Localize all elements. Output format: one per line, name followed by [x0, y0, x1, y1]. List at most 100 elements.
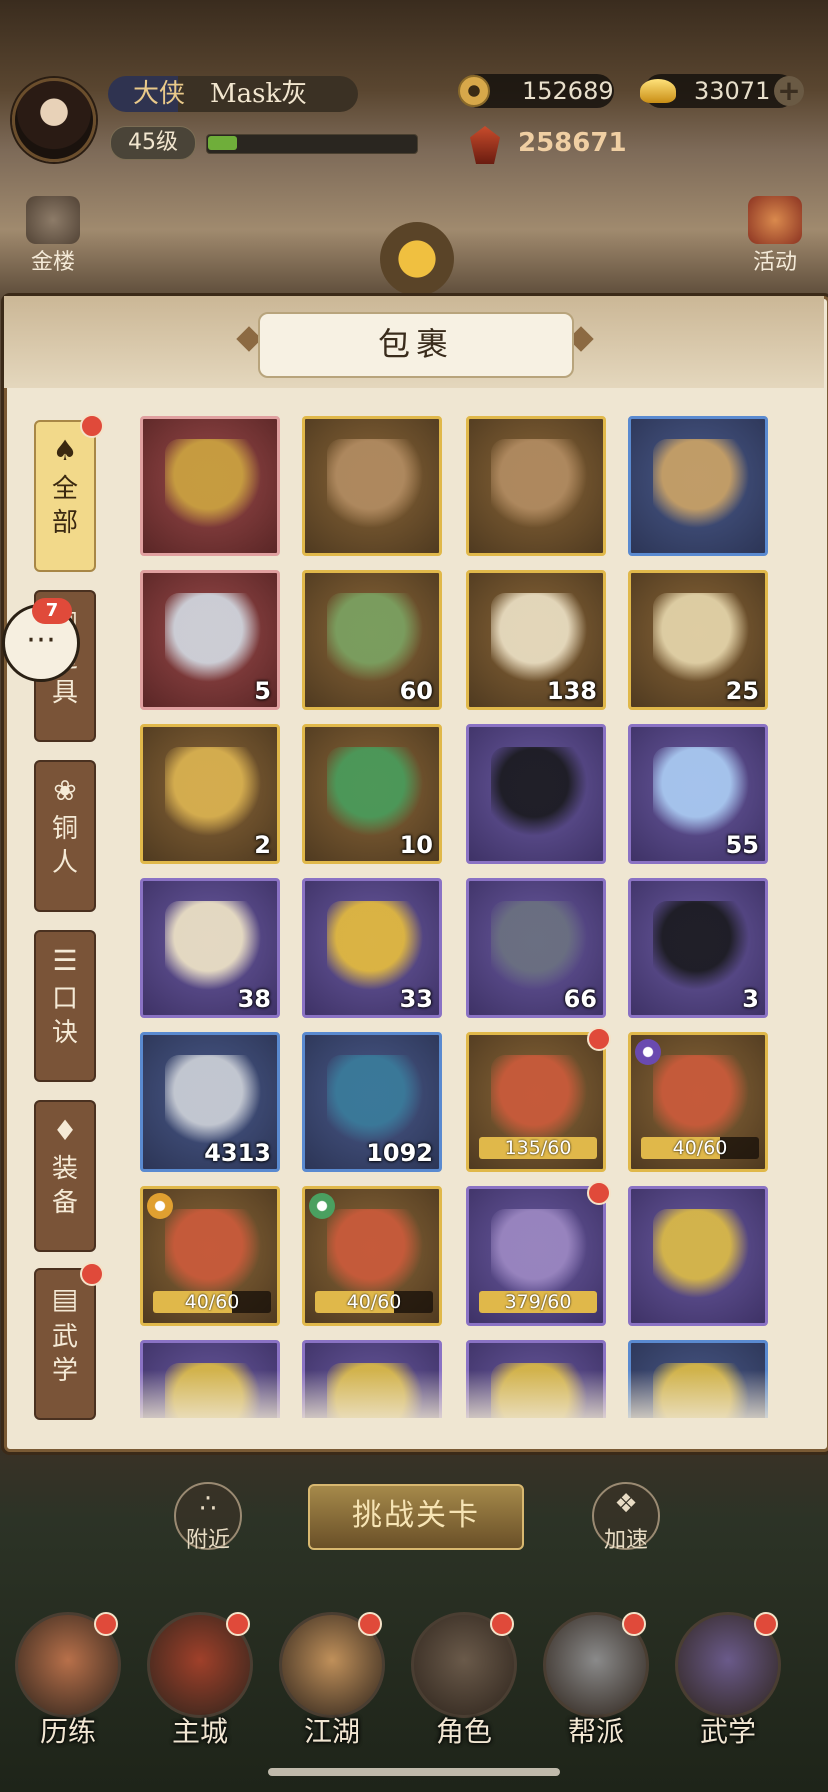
nearby-button[interactable]: ∴ 附近	[174, 1482, 242, 1553]
player-avatar[interactable]	[12, 78, 96, 162]
item-art	[165, 901, 261, 991]
martial-manual-item[interactable]: 379/60	[466, 1181, 611, 1326]
qianji-book-item[interactable]: 2	[140, 724, 280, 864]
item-art	[327, 439, 423, 529]
item-quantity: 2	[254, 831, 271, 859]
item-notification-dot	[587, 1181, 611, 1205]
fragment-progress-text: 379/60	[504, 1291, 572, 1313]
figure-icon: ❀	[53, 774, 77, 807]
fragment-progress-text: 135/60	[504, 1137, 572, 1159]
fragment-progress-text: 40/60	[346, 1291, 402, 1313]
tab-label-bottom: 部	[51, 508, 78, 538]
nav-label: 江湖	[303, 1715, 360, 1748]
gold-ingot-icon	[640, 79, 676, 103]
book-icon: ▤	[51, 1282, 79, 1315]
fragment-progress: 40/60	[315, 1291, 433, 1313]
item-grid[interactable]: 5 60 138 25 2 10 55 38 33 66 3 4313 1092 135/60 40/60 4…	[140, 416, 780, 1418]
chat-bubble-icon: ⋯	[26, 622, 56, 657]
copper-coin-icon	[458, 75, 490, 107]
nav-notification-dot	[94, 1612, 118, 1636]
speed-token-item[interactable]: 10	[302, 724, 442, 864]
item-quantity: 1092	[366, 1139, 433, 1167]
fragment-progress: 40/60	[153, 1291, 271, 1313]
scroll-item[interactable]: 4313	[140, 1032, 280, 1172]
exp-bar-fill	[208, 136, 237, 150]
element-badge-icon	[147, 1193, 173, 1219]
golden-chest-item[interactable]	[140, 416, 280, 556]
rouge-bowl-item[interactable]: 5	[140, 570, 280, 710]
challenge-stage-button[interactable]: 挑战关卡	[308, 1484, 524, 1550]
martial-manual-item[interactable]: 40/60	[628, 1032, 768, 1172]
rainbow-flower-item[interactable]: 60	[302, 570, 442, 710]
gold-star-item[interactable]: 33	[302, 878, 442, 1018]
weapon-chest-item[interactable]	[628, 416, 768, 556]
qianji-envelope-item[interactable]: 25	[628, 570, 768, 710]
exp-bar	[206, 134, 418, 154]
item-art	[327, 901, 423, 991]
taiji-coin-item[interactable]: 1092	[302, 1032, 442, 1172]
martial-manual-item[interactable]: 135/60	[466, 1027, 611, 1172]
black-stone-item[interactable]	[466, 724, 606, 864]
item-art	[653, 593, 749, 683]
item-quantity: 138	[546, 677, 597, 705]
item-art	[491, 439, 587, 529]
nav-label: 帮派	[567, 1715, 624, 1748]
nav-item-3[interactable]: 角色	[410, 1612, 518, 1752]
item-art	[491, 747, 587, 837]
nav-item-1[interactable]: 主城	[146, 1612, 254, 1752]
speedup-button[interactable]: ❖ 加速	[592, 1482, 660, 1553]
item-quantity: 25	[725, 677, 759, 705]
player-title: 大侠	[132, 79, 185, 109]
item-art	[165, 1055, 261, 1145]
element-badge-icon	[635, 1039, 661, 1065]
card-chest-item[interactable]	[302, 416, 442, 556]
player-level: 45级	[110, 126, 196, 160]
item-art	[491, 1209, 587, 1299]
qianji-envelope-item[interactable]: 138	[466, 570, 606, 710]
tab-0[interactable]: ♠ 全部	[34, 414, 104, 572]
golden-tower-button[interactable]: 金楼	[18, 196, 88, 276]
nav-label: 主城	[171, 1715, 228, 1748]
fragment-progress: 40/60	[641, 1137, 759, 1159]
nav-notification-dot	[358, 1612, 382, 1636]
item-quantity: 4313	[204, 1139, 271, 1167]
tower-icon	[26, 196, 80, 244]
treasure-ingot-icon[interactable]	[380, 222, 454, 296]
nearby-label: 附近	[185, 1528, 230, 1553]
copper-display: 152689	[458, 74, 614, 108]
nav-label: 角色	[435, 1715, 492, 1748]
tab-5[interactable]: ▤ 武学	[34, 1262, 104, 1420]
add-ingot-button[interactable]: +	[774, 76, 804, 106]
nav-notification-dot	[622, 1612, 646, 1636]
item-art	[491, 593, 587, 683]
tab-label-bottom: 人	[51, 848, 78, 878]
combat-power: 258671	[518, 128, 627, 158]
black-stone-item[interactable]: 3	[628, 878, 768, 1018]
nav-label: 武学	[699, 1715, 756, 1748]
element-badge-icon	[309, 1193, 335, 1219]
nav-item-0[interactable]: 历练	[14, 1612, 122, 1752]
nav-notification-dot	[490, 1612, 514, 1636]
tab-2[interactable]: ❀ 铜人	[34, 760, 96, 912]
golden-tower-label: 金楼	[30, 250, 75, 275]
nav-item-5[interactable]: 武学	[674, 1612, 782, 1752]
martial-manual-item[interactable]: 40/60	[140, 1186, 280, 1326]
ingot-amount: 33071	[694, 77, 771, 105]
item-art	[491, 1055, 587, 1145]
iron-ore-item[interactable]: 66	[466, 878, 606, 1018]
ingot-display: 33071 +	[640, 74, 804, 108]
tab-4[interactable]: ♦ 装备	[34, 1100, 96, 1252]
skill-card-item[interactable]	[628, 1186, 768, 1326]
item-quantity: 3	[742, 985, 759, 1013]
tab-label-bottom: 备	[51, 1188, 78, 1218]
nav-item-2[interactable]: 江湖	[278, 1612, 386, 1752]
arena-scroll-item[interactable]: 38	[140, 878, 280, 1018]
card-chest-item[interactable]	[466, 416, 606, 556]
item-art	[491, 901, 587, 991]
speedup-label: 加速	[603, 1528, 648, 1553]
martial-manual-item[interactable]: 40/60	[302, 1186, 442, 1326]
crystal-item[interactable]: 55	[628, 724, 768, 864]
event-button[interactable]: 活动	[740, 196, 810, 276]
tab-3[interactable]: ☰ 口诀	[34, 930, 96, 1082]
nav-item-4[interactable]: 帮派	[542, 1612, 650, 1752]
